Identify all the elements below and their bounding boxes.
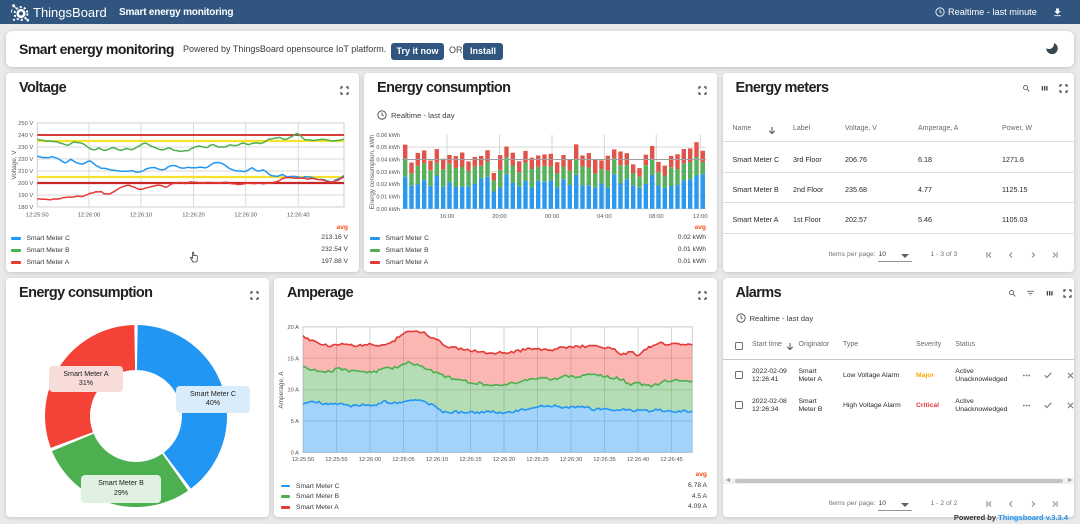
svg-text:12:00: 12:00 bbox=[693, 214, 708, 220]
svg-text:00:00: 00:00 bbox=[545, 214, 560, 220]
svg-text:0.01 kWh: 0.01 kWh bbox=[376, 195, 400, 201]
svg-text:0.00 kWh: 0.00 kWh bbox=[376, 207, 400, 213]
svg-text:Amperage, A: Amperage, A bbox=[278, 371, 285, 409]
svg-text:10 A: 10 A bbox=[287, 388, 299, 394]
svg-text:12:25:50: 12:25:50 bbox=[292, 457, 315, 463]
svg-text:12:26:15: 12:26:15 bbox=[459, 457, 482, 463]
svg-text:0 A: 0 A bbox=[291, 450, 300, 456]
svg-text:12:26:00: 12:26:00 bbox=[359, 457, 382, 463]
svg-text:20:00: 20:00 bbox=[492, 214, 507, 220]
svg-text:04:00: 04:00 bbox=[597, 214, 612, 220]
svg-text:220 V: 220 V bbox=[18, 157, 33, 163]
svg-text:210 V: 210 V bbox=[18, 169, 33, 175]
svg-text:12:26:00: 12:26:00 bbox=[78, 213, 101, 219]
svg-text:12:26:30: 12:26:30 bbox=[560, 457, 583, 463]
svg-text:15 A: 15 A bbox=[287, 356, 299, 362]
svg-text:0.06 kWh: 0.06 kWh bbox=[376, 133, 400, 139]
svg-text:12:26:40: 12:26:40 bbox=[287, 213, 310, 219]
svg-text:12:26:30: 12:26:30 bbox=[234, 213, 257, 219]
svg-text:12:26:25: 12:26:25 bbox=[526, 457, 549, 463]
svg-text:12:25:50: 12:25:50 bbox=[26, 213, 49, 219]
svg-text:Energy consumption, kWh: Energy consumption, kWh bbox=[369, 134, 376, 209]
svg-text:12:26:20: 12:26:20 bbox=[493, 457, 516, 463]
svg-text:0.03 kWh: 0.03 kWh bbox=[376, 170, 400, 176]
svg-text:250 V: 250 V bbox=[18, 121, 33, 127]
svg-text:200 V: 200 V bbox=[18, 181, 33, 187]
svg-text:190 V: 190 V bbox=[18, 193, 33, 199]
svg-text:12:26:40: 12:26:40 bbox=[627, 457, 650, 463]
svg-text:230 V: 230 V bbox=[18, 145, 33, 151]
svg-text:16:00: 16:00 bbox=[440, 214, 455, 220]
svg-text:12:26:20: 12:26:20 bbox=[182, 213, 205, 219]
svg-text:12:25:55: 12:25:55 bbox=[325, 457, 348, 463]
svg-text:240 V: 240 V bbox=[18, 133, 33, 139]
svg-text:20 A: 20 A bbox=[287, 325, 299, 331]
svg-text:180 V: 180 V bbox=[18, 205, 33, 211]
svg-text:12:26:35: 12:26:35 bbox=[593, 457, 616, 463]
svg-text:08:00: 08:00 bbox=[649, 214, 664, 220]
svg-text:5 A: 5 A bbox=[291, 419, 300, 425]
svg-text:0.02 kWh: 0.02 kWh bbox=[376, 182, 400, 188]
svg-text:0.05 kWh: 0.05 kWh bbox=[376, 145, 400, 151]
svg-text:12:26:10: 12:26:10 bbox=[426, 457, 449, 463]
svg-text:12:26:45: 12:26:45 bbox=[660, 457, 683, 463]
svg-text:0.04 kWh: 0.04 kWh bbox=[376, 158, 400, 164]
svg-text:12:26:10: 12:26:10 bbox=[130, 213, 153, 219]
svg-text:12:26:05: 12:26:05 bbox=[392, 457, 415, 463]
svg-text:Voltage, V: Voltage, V bbox=[11, 150, 18, 180]
